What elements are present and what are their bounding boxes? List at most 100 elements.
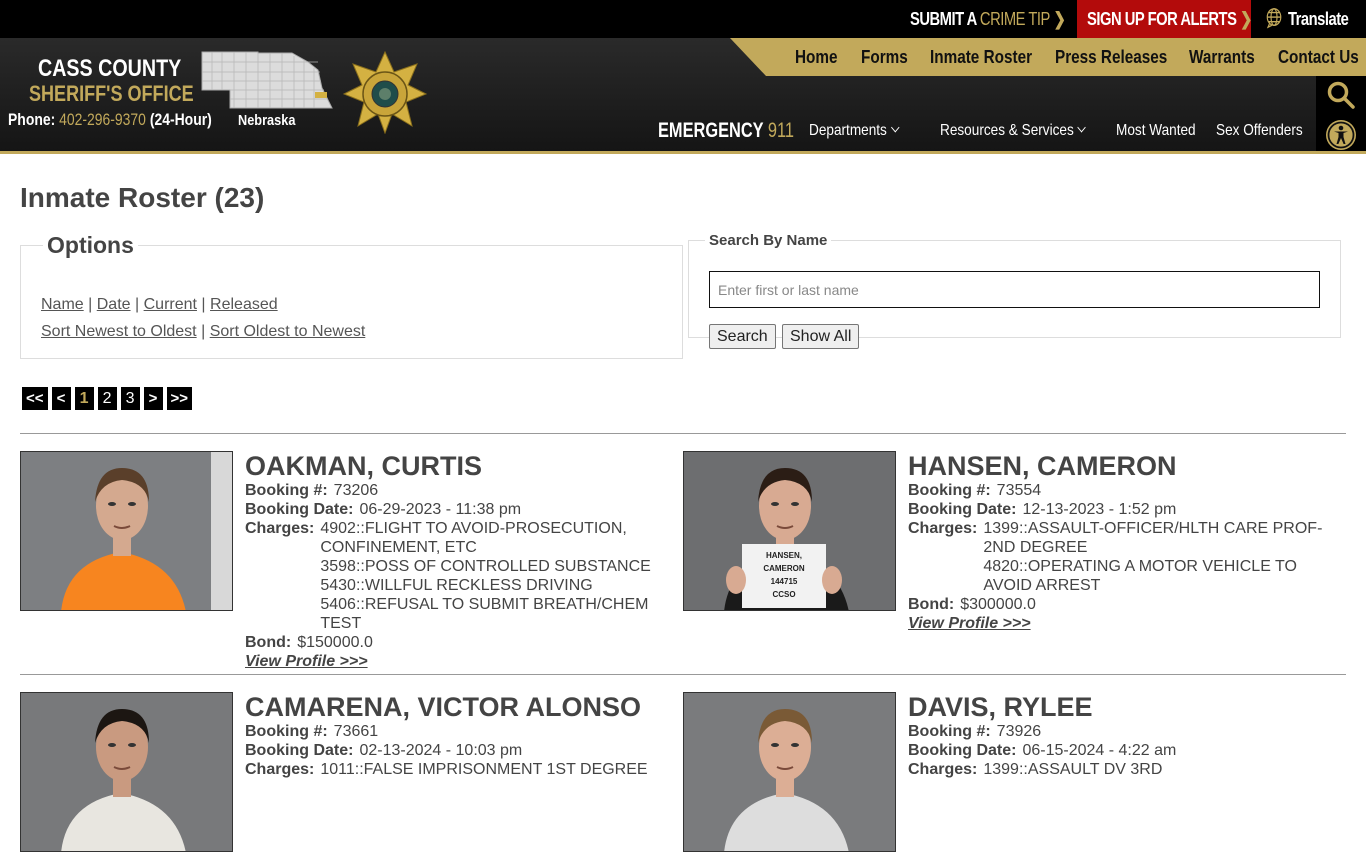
nav-forms[interactable]: Forms [861, 38, 908, 76]
booking-date-label: Booking Date: [908, 501, 1017, 518]
charges-row: Charges: 1399::ASSAULT DV 3RD [908, 760, 1338, 779]
nav-warrants[interactable]: Warrants [1189, 38, 1255, 76]
charge-item: 1399::ASSAULT DV 3RD [983, 761, 1163, 778]
inmate-name[interactable]: OAKMAN, CURTIS [245, 451, 675, 481]
page-1-button[interactable]: 1 [74, 387, 94, 410]
nav-contact-us[interactable]: Contact Us [1278, 38, 1359, 76]
translate-button[interactable]: Translate [1265, 0, 1349, 38]
sheriff-badge-logo[interactable] [342, 50, 428, 134]
mugshot-image [21, 693, 232, 851]
nav-sex-offenders[interactable]: Sex Offenders [1216, 118, 1303, 144]
phone-label: Phone: [8, 110, 56, 129]
charges-list: 4902::FLIGHT TO AVOID-PROSECUTION, CONFI… [320, 519, 675, 633]
charges-row: Charges: 4902::FLIGHT TO AVOID-PROSECUTI… [245, 519, 675, 633]
divider [20, 433, 1346, 434]
sort-links: Sort Newest to Oldest | Sort Oldest to N… [41, 323, 365, 341]
sort-oldest-link[interactable]: Sort Oldest to Newest [210, 323, 366, 340]
filter-links: Name | Date | Current | Released [41, 296, 278, 314]
booking-date-value: 02-13-2024 - 10:03 pm [359, 742, 523, 759]
mugshot-image: HANSEN, CAMERON 144715 CCSO [684, 452, 895, 610]
charges-label: Charges: [245, 761, 315, 778]
emergency-label: EMERGENCY [658, 119, 764, 142]
booking-date-label: Booking Date: [245, 501, 354, 518]
emergency-911[interactable]: EMERGENCY 911 [658, 116, 794, 146]
inmate-photo[interactable] [20, 692, 233, 852]
booking-number-label: Booking #: [245, 723, 328, 740]
charge-item: 4820::OPERATING A MOTOR VEHICLE TO AVOID… [983, 558, 1297, 594]
page-next-button[interactable]: > [143, 387, 163, 410]
filter-released-link[interactable]: Released [210, 296, 278, 313]
booking-number-label: Booking #: [908, 723, 991, 740]
photo-sign-text: CCSO [772, 590, 795, 599]
options-legend: Options [47, 232, 134, 258]
inmate-info: DAVIS, RYLEE Booking #: 73926 Booking Da… [908, 692, 1338, 779]
charges-list: 1399::ASSAULT-OFFICER/HLTH CARE PROF-2ND… [983, 519, 1338, 595]
search-name-input[interactable] [709, 271, 1320, 308]
inmate-photo[interactable] [683, 692, 896, 852]
separator: | [201, 323, 206, 340]
photo-sign-text: CAMERON [763, 564, 805, 573]
header-divider [0, 151, 1366, 154]
page-first-button[interactable]: << [22, 387, 48, 410]
page-2-button[interactable]: 2 [97, 387, 117, 410]
booking-number-row: Booking #: 73661 [245, 722, 675, 741]
emergency-number: 911 [767, 119, 794, 142]
resources-label: Resources & Services [940, 122, 1074, 139]
phone-info: Phone: 402-296-9370 (24-Hour) [8, 110, 212, 130]
page-3-button[interactable]: 3 [120, 387, 140, 410]
filter-name-link[interactable]: Name [41, 296, 84, 313]
chevron-right-icon: ❯ [1240, 9, 1252, 29]
nav-most-wanted[interactable]: Most Wanted [1116, 118, 1196, 144]
booking-date-label: Booking Date: [245, 742, 354, 759]
view-profile-link[interactable]: View Profile >>> [245, 652, 368, 671]
phone-number-link[interactable]: 402-296-9370 [59, 110, 146, 129]
booking-number-row: Booking #: 73926 [908, 722, 1338, 741]
booking-date-row: Booking Date: 12-13-2023 - 1:52 pm [908, 500, 1338, 519]
brand-line-2[interactable]: SHERIFF'S OFFICE [29, 81, 194, 107]
nav-resources-services[interactable]: Resources & Services [940, 118, 1087, 144]
bond-value: $300000.0 [960, 596, 1036, 613]
inmate-name[interactable]: CAMARENA, VICTOR ALONSO [245, 692, 675, 722]
pagination: << < 1 2 3 > >> [22, 387, 193, 410]
nav-press-releases[interactable]: Press Releases [1055, 38, 1167, 76]
view-profile-link[interactable]: View Profile >>> [908, 614, 1031, 633]
filter-current-link[interactable]: Current [144, 296, 197, 313]
mugshot-image [21, 452, 232, 610]
inmate-photo[interactable] [20, 451, 233, 611]
search-button[interactable]: Search [709, 324, 776, 349]
show-all-button[interactable]: Show All [782, 324, 860, 349]
booking-number-value: 73554 [996, 482, 1042, 499]
inmate-name[interactable]: DAVIS, RYLEE [908, 692, 1338, 722]
bond-label: Bond: [245, 634, 292, 651]
page-last-button[interactable]: >> [166, 387, 193, 410]
inmate-name[interactable]: HANSEN, CAMERON [908, 451, 1338, 481]
translate-label: Translate [1287, 9, 1349, 29]
inmate-photo[interactable]: HANSEN, CAMERON 144715 CCSO [683, 451, 896, 611]
alerts-label: SIGN UP FOR ALERTS [1087, 9, 1237, 29]
booking-date-row: Booking Date: 06-15-2024 - 4:22 am [908, 741, 1338, 760]
search-icon[interactable] [1326, 80, 1356, 110]
brand-line-1[interactable]: CASS COUNTY [38, 55, 181, 83]
charge-item: 5406::REFUSAL TO SUBMIT BREATH/CHEM TEST [320, 596, 649, 632]
nav-home[interactable]: Home [795, 38, 838, 76]
sort-newest-link[interactable]: Sort Newest to Oldest [41, 323, 197, 340]
nav-departments[interactable]: Departments [809, 118, 900, 144]
booking-date-row: Booking Date: 02-13-2024 - 10:03 pm [245, 741, 675, 760]
search-legend: Search By Name [709, 232, 828, 249]
nebraska-label: Nebraska [238, 112, 296, 129]
bond-label: Bond: [908, 596, 955, 613]
chevron-down-icon [890, 122, 900, 133]
booking-number-value: 73926 [996, 723, 1042, 740]
crime-tip-gold-text: CRIME TIP [979, 9, 1050, 29]
booking-date-value: 12-13-2023 - 1:52 pm [1022, 501, 1177, 518]
submit-crime-tip-link[interactable]: SUBMIT A CRIME TIP ❯ [910, 0, 1066, 38]
bond-row: Bond: $150000.0 [245, 633, 675, 652]
nav-inmate-roster[interactable]: Inmate Roster [930, 38, 1032, 76]
filter-date-link[interactable]: Date [97, 296, 131, 313]
sign-up-alerts-link[interactable]: SIGN UP FOR ALERTS ❯ [1087, 0, 1252, 38]
options-panel: Options Name | Date | Current | Released… [20, 232, 683, 359]
accessibility-icon[interactable] [1325, 119, 1357, 151]
page-prev-button[interactable]: < [51, 387, 71, 410]
charge-item: 3598::POSS OF CONTROLLED SUBSTANCE [320, 558, 651, 575]
charges-label: Charges: [245, 520, 315, 537]
